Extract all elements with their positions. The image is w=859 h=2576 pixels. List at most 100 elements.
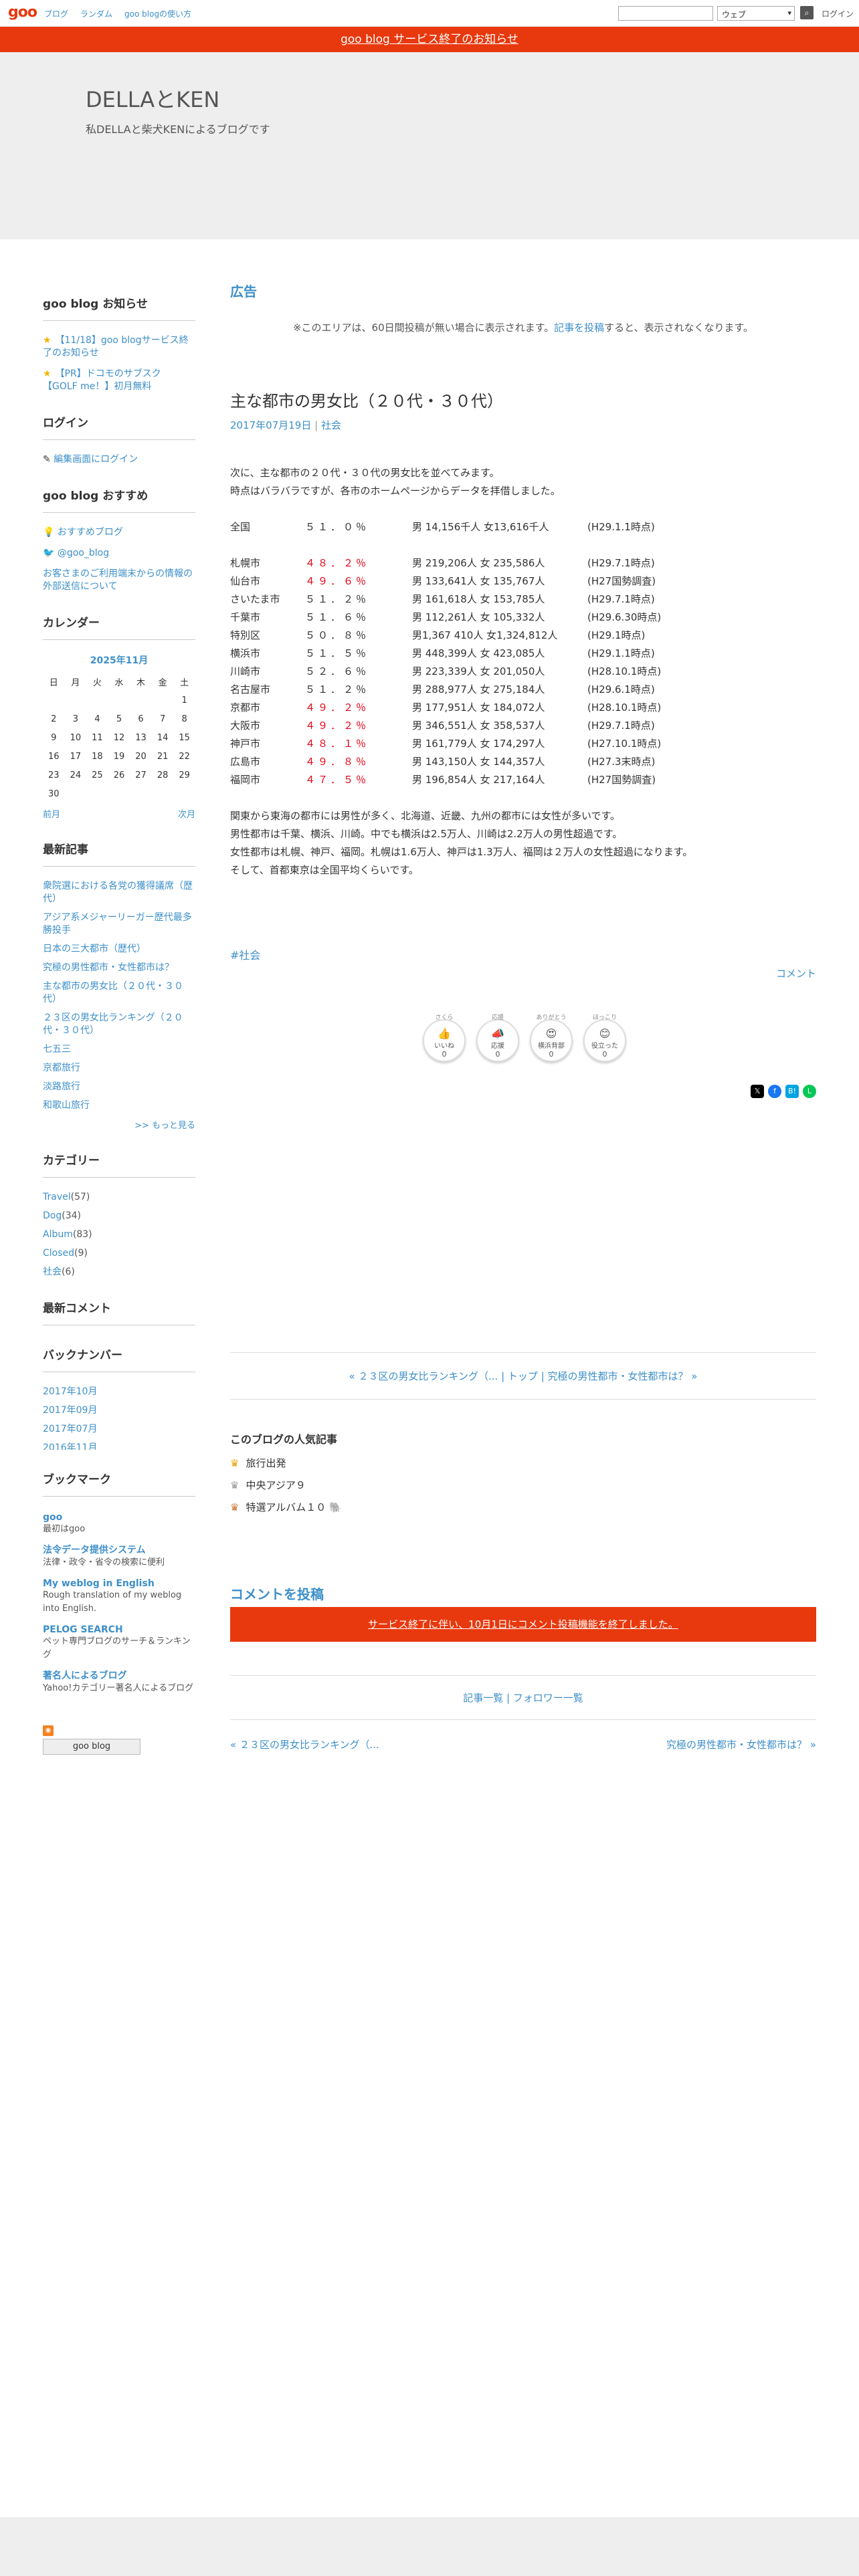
backnumber-link[interactable]: 2017年10月 [43,1386,97,1397]
post-article-link[interactable]: 記事を投稿 [554,322,604,334]
blog-header: DELLAとKEN 私DELLAと柴犬KENによるブログです [0,52,859,239]
category-link[interactable]: Dog [43,1210,62,1221]
backnumber-link[interactable]: 2017年07月 [43,1424,97,1434]
city-row: さいたま市 ５１．２％ 男 161,618人 女 153,785人 (H29.7.1時… [230,591,816,609]
search-icon[interactable]: ⌕ [800,6,814,19]
calendar-next[interactable]: 次月 [178,807,195,820]
popular-heading: このブログの人気記事 [230,1433,338,1446]
bookmark-desc: 最初はgoo [43,1524,86,1534]
reaction-button-useful[interactable]: ほっこり 😊 役立った 0 [583,1014,626,1062]
recent-article[interactable]: 和歌山旅行 [43,1100,90,1111]
calendar: 2025年11月 日 月 火 水 木 金 土 1 2 3 4 5 6 7 8 9 10 11 12 13… [43,653,195,820]
recent-article[interactable]: 淡路旅行 [43,1081,80,1092]
follower-list-link[interactable]: フォロワー一覧 [513,1692,583,1704]
city-date: (H29.7.1時点) [587,557,655,569]
calendar-day [152,784,174,803]
goo-logo[interactable]: goo [8,4,37,21]
top-link-random[interactable]: ランダム [80,8,112,19]
recent-article[interactable]: 京都旅行 [43,1063,80,1073]
reaction-button-thanks[interactable]: ありがとう 😍 横浜背部 0 [530,1014,573,1062]
category-link[interactable]: Travel [43,1192,71,1202]
rss-icon[interactable]: ◉ [43,1725,54,1736]
popular-item[interactable]: ♛ 中央アジア９ [230,1478,816,1492]
top-link-blog[interactable]: ブログ [44,8,68,19]
city-date: (H29.7.1時点) [587,720,655,732]
prev-article-link[interactable]: « ２３区の男女比ランキング（... [230,1737,379,1751]
next-article-link[interactable]: 究極の男性都市・女性都市は？ » [666,1737,816,1751]
goo-blog-badge[interactable]: goo blog [43,1739,140,1755]
popular-item-title[interactable]: 特選アルバム１０ 🐘 [246,1501,341,1513]
city-name: 大阪市 [230,720,261,732]
pager-prev[interactable]: « ２３区の男女比ランキング（... [349,1370,498,1382]
calendar-day: 21 [157,751,169,762]
recent-article[interactable]: アジア系メジャーリーガー歴代最多勝投手 [43,912,192,936]
city-name: 神戸市 [230,738,261,750]
facebook-icon[interactable]: f [768,1085,781,1098]
recent-article[interactable]: 衆院選における各党の獲得議席（歴代） [43,881,193,904]
news-item[interactable]: ★ 【11/18】goo blogサービス終了のお知らせ [43,334,195,360]
article-list-link[interactable]: 記事一覧 [463,1692,503,1704]
comment-link-wrap: コメント [230,966,816,980]
recent-article[interactable]: 主な都市の男女比（２０代・３０代） [43,981,183,1004]
login-link-top[interactable]: ログイン [822,8,854,19]
popular-item[interactable]: ♛ 旅行出発 [230,1456,816,1470]
goo-blog-twitter-link[interactable]: @goo_blog [58,548,109,558]
crown-icon: ♛ [230,1479,240,1491]
comment-link[interactable]: コメント [776,968,816,980]
popular-item[interactable]: ♛ 特選アルバム１０ 🐘 [230,1500,816,1514]
city-name: 千葉市 [230,611,261,623]
city-date: (H28.10.1時点) [587,702,662,714]
hatena-icon[interactable]: B! [785,1085,799,1098]
reaction-button-cheer[interactable]: 応援 📣 応援 0 [476,1014,519,1062]
calendar-prev[interactable]: 前月 [43,807,60,820]
city-ratio: ５１．５％ [305,647,369,659]
tag-link[interactable]: #社会 [230,949,260,962]
news-item-link[interactable]: 【11/18】goo blogサービス終了のお知らせ [43,335,189,358]
pager-top[interactable]: トップ [508,1370,538,1382]
calendar-day: 6 [138,714,144,724]
news-item[interactable]: ★ 【PR】ドコモのサブスク【GOLF me！】初月無料 [43,368,195,393]
line-icon[interactable]: L [803,1085,816,1098]
blog-title[interactable]: DELLAとKEN [86,83,219,114]
popular-item-title[interactable]: 中央アジア９ [246,1479,305,1491]
reaction-buttons: さくら 👍 いいね 0 応援 📣 応援 0 ありがとう 😍 横浜背部 0 ほっこり 😊 役立った 0 [423,1014,816,1062]
top-link-howto[interactable]: goo blogの使い方 [124,8,191,19]
recent-article[interactable]: 七五三 [43,1044,71,1055]
entry-date[interactable]: 2017年07月19日 [230,419,311,431]
recent-article[interactable]: 究極の男性都市・女性都市は？ [43,962,174,973]
x-icon[interactable]: 𝕏 [751,1085,764,1098]
backnumber-scroll[interactable]: 2017年10月 2017年09月 2017年07月 2016年11月 [43,1386,195,1450]
calendar-day [152,691,174,710]
recent-article[interactable]: 日本の三大都市（歴代） [43,944,146,954]
entry-category[interactable]: 社会 [321,419,341,431]
search-input[interactable] [618,6,713,21]
city-name: 福岡市 [230,774,261,786]
news-item-link[interactable]: 【PR】ドコモのサブスク【GOLF me！】初月無料 [43,368,161,392]
recommend-blog-link[interactable]: おすすめブログ [58,527,123,538]
bookmark-link[interactable]: 法令データ提供システム [43,1545,146,1555]
bookmark-link[interactable]: goo [43,1512,62,1523]
pager-next[interactable]: 究極の男性都市・女性都市は？ » [548,1370,698,1382]
category-link[interactable]: 社会 [43,1267,62,1277]
popular-item-title[interactable]: 旅行出発 [246,1457,286,1469]
backnumber-link[interactable]: 2017年09月 [43,1405,97,1416]
comment-closed-link[interactable]: サービス終了に伴い、10月1日にコメント投稿機能を終了しました。 [368,1618,678,1630]
search-scope-select[interactable]: ウェブ ▾ [717,6,795,21]
city-name: 広島市 [230,756,261,768]
calendar-day: 3 [72,714,78,724]
recent-article[interactable]: ２３区の男女比ランキング（２０代・３０代） [43,1012,183,1036]
external-transmission-link[interactable]: お客さまのご利用端末からの情報の外部送信について [43,568,193,592]
footer [0,2517,859,2576]
bookmark-link[interactable]: PELOG SEARCH [43,1624,123,1635]
category-link[interactable]: Album [43,1229,73,1240]
reaction-button-like[interactable]: さくら 👍 いいね 0 [423,1014,466,1062]
more-link[interactable]: >> もっと見る [134,1121,195,1131]
service-end-link[interactable]: goo blog サービス終了のお知らせ [341,33,518,46]
entry-paragraph: 時点はバラバラですが、各市のホームページからデータを拝借しました。 [230,485,561,497]
backnumber-link[interactable]: 2016年11月 [43,1442,97,1450]
bookmark-link[interactable]: 著名人によるブログ [43,1671,127,1681]
edit-login-link[interactable]: 編集画面にログイン [54,454,138,465]
calendar-month[interactable]: 2025年11月 [43,653,195,667]
category-link[interactable]: Closed [43,1248,74,1259]
bookmark-link[interactable]: My weblog in English [43,1578,155,1589]
